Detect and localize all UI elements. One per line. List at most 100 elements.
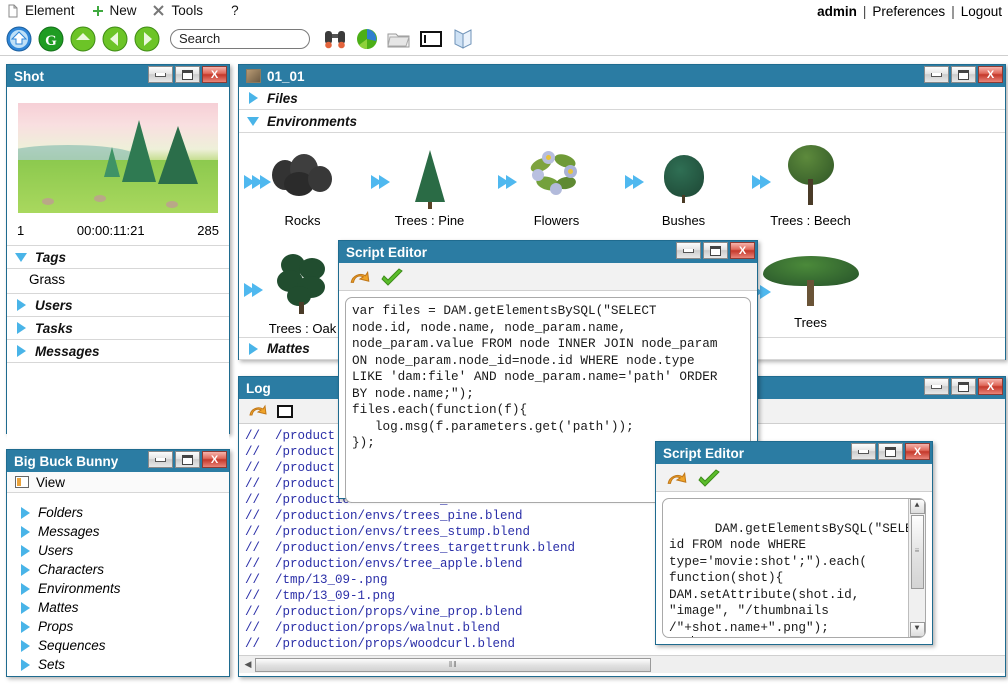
shot-section-tasks[interactable]: Tasks <box>7 317 229 340</box>
environments-row-1: Rocks Trees : Pine <box>239 133 1005 241</box>
close-button[interactable]: X <box>730 242 755 259</box>
check-icon[interactable] <box>697 469 717 487</box>
chevron-right-icon <box>13 299 29 311</box>
env-item-label: Bushes <box>662 213 705 228</box>
script-editor-2-code[interactable]: DAM.getElementsBySQL("SELECT id FROM nod… <box>662 498 926 638</box>
maximize-button[interactable] <box>878 443 903 460</box>
minimize-button[interactable] <box>924 378 949 395</box>
account-area: admin | Preferences | Logout <box>817 0 1002 22</box>
menu-item-help[interactable]: ? <box>213 0 249 22</box>
project-item-sets[interactable]: Sets <box>7 655 229 674</box>
project-item-folders[interactable]: Folders <box>7 503 229 522</box>
binoculars-icon[interactable] <box>320 24 350 54</box>
shot-section-tags[interactable]: Tags <box>7 246 229 269</box>
log-horizontal-scrollbar[interactable]: ◀ ‖‖ <box>239 655 1005 673</box>
main-section-files[interactable]: Files <box>239 87 1005 110</box>
scrollbar-thumb[interactable]: ≡ <box>911 515 924 589</box>
shot-frame-end: 285 <box>197 223 219 238</box>
scroll-left-icon[interactable]: ◀ <box>241 659 255 670</box>
project-item-users[interactable]: Users <box>7 541 229 560</box>
pie-chart-icon[interactable] <box>352 24 382 54</box>
menu-item-element[interactable]: Element <box>0 0 85 22</box>
window-icon[interactable] <box>416 24 446 54</box>
forward-icon[interactable] <box>132 24 162 54</box>
folder-icon[interactable] <box>384 24 414 54</box>
script-editor-2-code-text: DAM.getElementsBySQL("SELECT id FROM nod… <box>669 521 926 639</box>
project-item-messages[interactable]: Messages <box>7 522 229 541</box>
shot-window-controls: X <box>148 66 227 83</box>
plus-icon <box>91 4 105 18</box>
script-editor-2-titlebar[interactable]: Script Editor X <box>656 442 932 464</box>
menu-item-tools[interactable]: Tools <box>147 0 214 22</box>
account-separator-1: | <box>863 4 867 19</box>
maximize-button[interactable] <box>951 378 976 395</box>
up-icon[interactable] <box>68 24 98 54</box>
check-icon[interactable] <box>380 268 400 286</box>
shot-detail-title: 01_01 <box>267 69 305 84</box>
project-view-label[interactable]: View <box>36 475 65 490</box>
close-button[interactable]: X <box>202 66 227 83</box>
project-item-label: Sets <box>38 657 65 672</box>
script-editor-2-controls: X <box>851 443 930 460</box>
close-button[interactable]: X <box>202 451 227 468</box>
minimize-button[interactable] <box>851 443 876 460</box>
close-button[interactable]: X <box>978 66 1003 83</box>
chevron-right-icon <box>21 545 30 557</box>
script-editor-1-titlebar[interactable]: Script Editor X <box>339 241 757 263</box>
shot-detail-titlebar[interactable]: 01_01 X <box>239 65 1005 87</box>
undo-icon[interactable] <box>348 268 368 286</box>
project-item-environments[interactable]: Environments <box>7 579 229 598</box>
clear-icon[interactable] <box>277 405 293 418</box>
shot-section-users[interactable]: Users <box>7 294 229 317</box>
document-icon <box>6 4 20 18</box>
project-item-label: Props <box>38 619 73 634</box>
project-item-characters[interactable]: Characters <box>7 560 229 579</box>
scroll-up-icon[interactable]: ▲ <box>910 499 925 514</box>
home-icon[interactable] <box>4 24 34 54</box>
maximize-button[interactable] <box>703 242 728 259</box>
link-arrows-icon <box>501 175 517 189</box>
menu-item-new-label: New <box>110 0 137 22</box>
chevron-right-icon <box>13 322 29 334</box>
logout-link[interactable]: Logout <box>961 4 1002 19</box>
env-item-trees-beech[interactable]: Trees : Beech <box>747 139 874 241</box>
maximize-button[interactable] <box>175 66 200 83</box>
scrollbar-thumb[interactable]: ‖‖ <box>255 658 651 672</box>
flowers-icon <box>493 139 620 213</box>
scrollbar-track[interactable]: ‖‖ <box>255 658 1003 672</box>
project-item-props[interactable]: Props <box>7 617 229 636</box>
book-icon[interactable] <box>448 24 478 54</box>
back-icon[interactable] <box>100 24 130 54</box>
env-item-label: Trees : Pine <box>395 213 465 228</box>
minimize-button[interactable] <box>148 451 173 468</box>
beech-tree-icon <box>747 139 874 213</box>
maximize-button[interactable] <box>951 66 976 83</box>
env-item-trees[interactable]: Trees <box>747 247 874 337</box>
scroll-down-icon[interactable]: ▼ <box>910 622 925 637</box>
shot-section-messages[interactable]: Messages <box>7 340 229 363</box>
maximize-button[interactable] <box>175 451 200 468</box>
menu-item-new[interactable]: New <box>85 0 147 22</box>
minimize-button[interactable] <box>148 66 173 83</box>
main-section-environments[interactable]: Environments <box>239 110 1005 133</box>
project-window-titlebar[interactable]: Big Buck Bunny X <box>7 450 229 472</box>
minimize-button[interactable] <box>924 66 949 83</box>
script-editor-2-scrollbar[interactable]: ▲ ≡ ▼ <box>908 499 925 637</box>
undo-icon[interactable] <box>247 402 267 420</box>
search-input[interactable] <box>170 29 310 49</box>
google-icon[interactable]: G <box>36 24 66 54</box>
bush-icon <box>620 139 747 213</box>
close-button[interactable]: X <box>905 443 930 460</box>
env-item-flowers[interactable]: Flowers <box>493 139 620 241</box>
close-button[interactable]: X <box>978 378 1003 395</box>
project-item-mattes[interactable]: Mattes <box>7 598 229 617</box>
minimize-button[interactable] <box>676 242 701 259</box>
project-item-label: Users <box>38 543 73 558</box>
env-item-trees-pine[interactable]: Trees : Pine <box>366 139 493 241</box>
env-item-bushes[interactable]: Bushes <box>620 139 747 241</box>
project-item-sequences[interactable]: Sequences <box>7 636 229 655</box>
undo-icon[interactable] <box>665 469 685 487</box>
env-item-rocks[interactable]: Rocks <box>239 139 366 241</box>
preferences-link[interactable]: Preferences <box>872 4 945 19</box>
shot-window-titlebar[interactable]: Shot X <box>7 65 229 87</box>
